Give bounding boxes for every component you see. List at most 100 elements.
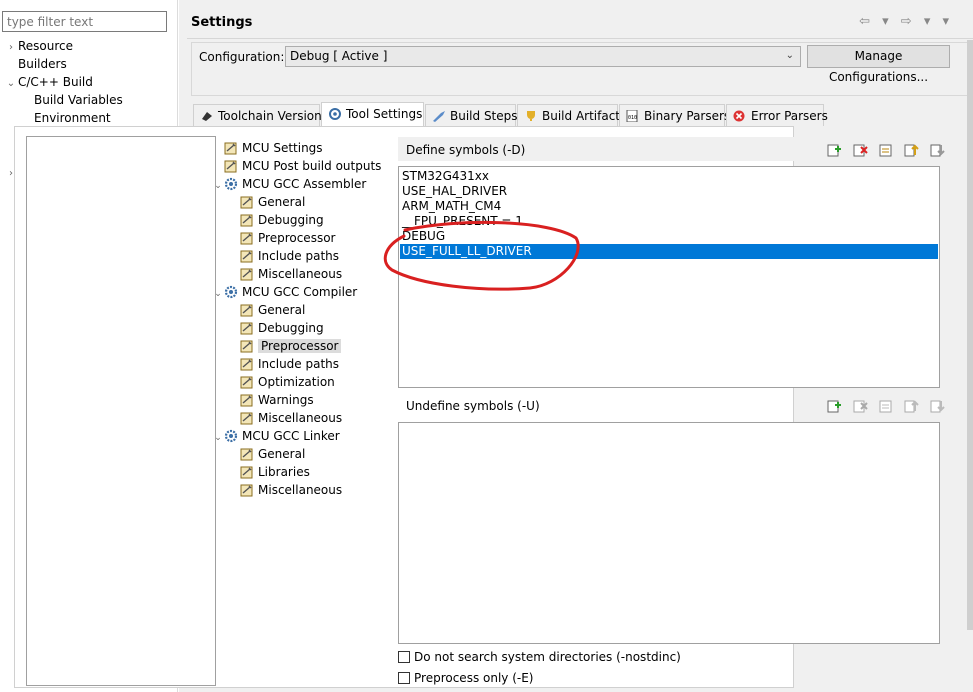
tree-node-label: Preprocessor (258, 231, 336, 245)
move-up-icon[interactable] (903, 398, 920, 414)
tree-node[interactable]: Warnings (228, 391, 314, 409)
add-icon[interactable] (826, 142, 842, 158)
define-symbol-item[interactable]: USE_HAL_DRIVER (400, 184, 507, 199)
settings-icon (240, 357, 254, 371)
tab-label: Build Artifact (542, 109, 620, 123)
settings-icon (224, 141, 238, 155)
edit-icon[interactable] (878, 398, 894, 414)
tree-node[interactable]: Include paths (228, 355, 339, 373)
tree-node[interactable]: Debugging (228, 319, 324, 337)
nav-item-label: Environment (34, 111, 111, 125)
tree-node[interactable]: Libraries (228, 463, 310, 481)
tab-label: Build Steps (450, 109, 518, 123)
option-checkbox[interactable]: Preprocess only (-E) (398, 670, 533, 686)
tab-error-parsers[interactable]: Error Parsers (726, 104, 828, 126)
tree-node[interactable]: Optimization (228, 373, 335, 391)
delete-icon[interactable] (852, 142, 868, 158)
tree-node[interactable]: Miscellaneous (228, 409, 342, 427)
tab-binary-parsers[interactable]: 010 Binary Parsers (619, 104, 730, 126)
tree-node-label: Debugging (258, 213, 324, 227)
manage-configurations-button[interactable]: Manage Configurations... (807, 45, 950, 84)
nav-item-label: Build Variables (34, 93, 123, 107)
tree-node[interactable]: ⌄ MCU GCC Linker (212, 427, 340, 447)
tree-node[interactable]: Include paths (228, 247, 339, 265)
tree-node-label: MCU GCC Linker (242, 429, 340, 443)
option-checkbox[interactable]: Do not search system directories (-nostd… (398, 649, 681, 665)
undefine-symbols-list[interactable] (398, 422, 940, 644)
tree-node[interactable]: General (228, 445, 305, 463)
history-navigation[interactable]: ⇦ ▾ ⇨ ▾ ▾ (859, 14, 953, 29)
undefine-symbols-title: Undefine symbols (-U) (406, 399, 540, 413)
gear-icon (224, 429, 238, 443)
tree-node[interactable]: Preprocessor (228, 229, 335, 247)
settings-icon (240, 339, 254, 353)
move-up-icon[interactable] (903, 142, 920, 158)
chevron-down-icon[interactable]: ⌄ (212, 285, 224, 303)
move-down-icon[interactable] (929, 142, 946, 158)
gear-icon (224, 177, 238, 191)
nav-item[interactable]: › Resource (4, 37, 73, 55)
tree-node[interactable]: MCU Post build outputs (212, 157, 381, 175)
move-down-icon[interactable] (929, 398, 946, 414)
tool-settings-tree (26, 136, 216, 686)
undefine-symbols-toolbar (820, 398, 946, 416)
tree-node-label: Debugging (258, 321, 324, 335)
configuration-label: Configuration: (199, 50, 285, 64)
chevron-icon[interactable]: ⌄ (4, 75, 18, 93)
nav-item[interactable]: Environment (20, 109, 111, 127)
settings-icon (240, 267, 254, 281)
delete-icon[interactable] (852, 398, 868, 414)
tree-node[interactable]: ⌄ MCU GCC Assembler (212, 175, 366, 193)
checkbox-box[interactable] (398, 672, 410, 684)
tab-label: Tool Settings (346, 107, 423, 121)
define-symbol-item[interactable]: STM32G431xx (400, 169, 489, 184)
settings-icon (240, 195, 254, 209)
filter-input[interactable] (2, 11, 167, 32)
configuration-select[interactable]: Debug [ Active ] ⌄ (285, 46, 801, 67)
tree-node[interactable]: Miscellaneous (228, 265, 342, 283)
option-label: Do not search system directories (-nostd… (414, 650, 681, 664)
tab-build-artifact[interactable]: Build Artifact (517, 104, 620, 126)
define-symbols-toolbar (820, 142, 946, 160)
edit-icon[interactable] (878, 142, 894, 158)
tab-tool-settings[interactable]: Tool Settings (321, 102, 424, 127)
tree-node[interactable]: ⌄ MCU GCC Compiler (212, 283, 357, 301)
tree-node[interactable]: MCU Settings (212, 139, 323, 157)
add-icon[interactable] (826, 398, 842, 414)
nav-item[interactable]: Build Variables (20, 91, 123, 109)
gear-icon (224, 285, 238, 299)
configuration-value: Debug [ Active ] (290, 49, 388, 63)
define-symbol-item[interactable]: ARM_MATH_CM4 (400, 199, 501, 214)
tree-node-label: Preprocessor (258, 339, 342, 353)
define-symbols-title: Define symbols (-D) (406, 143, 526, 157)
tab-build-steps[interactable]: Build Steps (425, 104, 518, 126)
settings-icon (240, 375, 254, 389)
tree-node[interactable]: General (228, 193, 305, 211)
tree-node-label: General (258, 447, 306, 461)
tree-node-label: MCU Settings (242, 141, 323, 155)
tree-node-label: Warnings (258, 393, 314, 407)
checkbox-box[interactable] (398, 651, 410, 663)
tree-node-label: Miscellaneous (258, 267, 343, 281)
toolchain-icon (200, 107, 214, 121)
settings-icon (240, 249, 254, 263)
annotation-circle (383, 220, 580, 291)
tool-settings-icon (328, 105, 342, 120)
tree-node-label: Libraries (258, 465, 310, 479)
tree-node[interactable]: Preprocessor (228, 337, 342, 355)
settings-icon (240, 303, 254, 317)
page-title: Settings (191, 15, 253, 30)
nav-item[interactable]: ⌄ C/C++ Build (4, 73, 93, 91)
title-separator (187, 38, 973, 39)
tree-node[interactable]: Miscellaneous (228, 481, 342, 499)
tree-node-label: Miscellaneous (258, 411, 343, 425)
vertical-scrollbar[interactable] (967, 40, 973, 630)
tab-toolchain[interactable]: Toolchain Version (193, 104, 322, 126)
error-parsers-icon (733, 107, 747, 122)
chevron-down-icon[interactable]: ⌄ (212, 177, 224, 195)
chevron-down-icon[interactable]: ⌄ (212, 429, 224, 447)
tree-node[interactable]: Debugging (228, 211, 324, 229)
tree-node-label: Miscellaneous (258, 483, 343, 497)
nav-item[interactable]: Builders (4, 55, 67, 73)
tree-node[interactable]: General (228, 301, 305, 319)
